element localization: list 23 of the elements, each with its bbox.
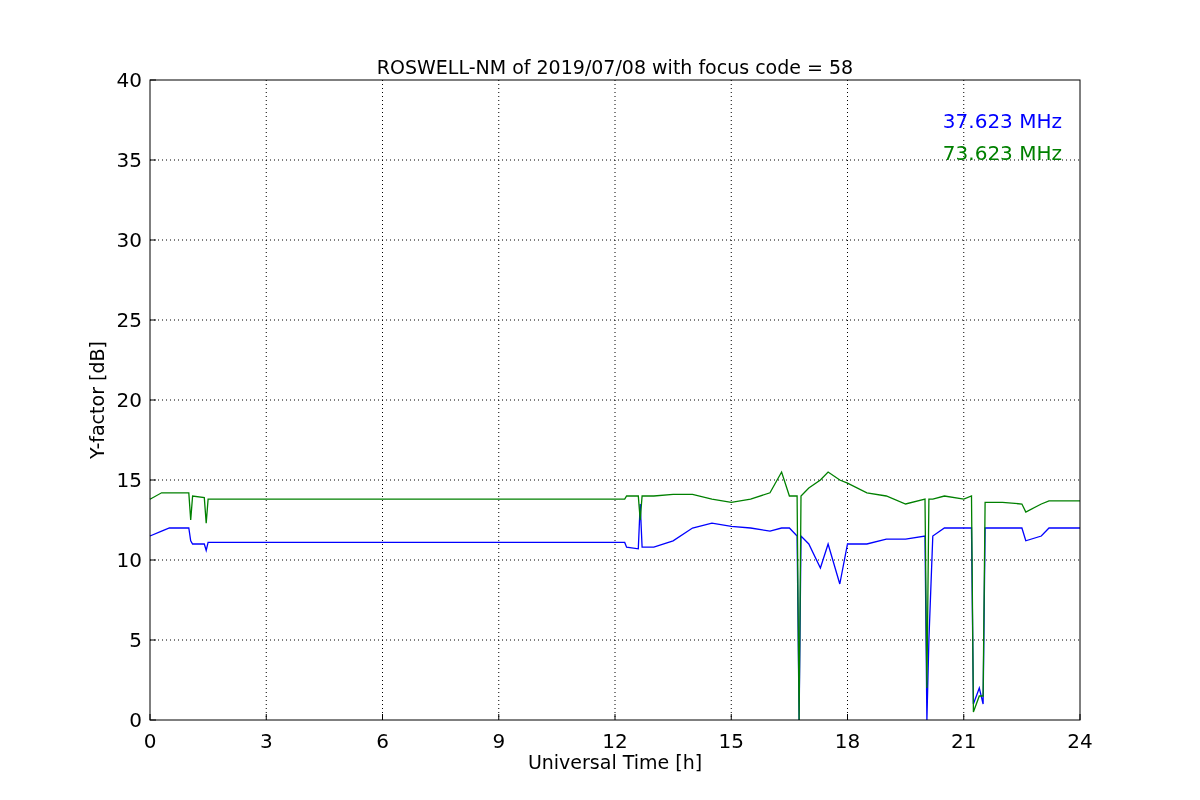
tick-label: 25 bbox=[116, 308, 142, 332]
legend-label: 73.623 MHz bbox=[942, 141, 1062, 165]
tick-label: 6 bbox=[376, 729, 389, 753]
tick-label: 18 bbox=[834, 729, 861, 753]
tick-label: 35 bbox=[116, 148, 142, 172]
tick-label: 12 bbox=[602, 729, 628, 753]
tick-label: 10 bbox=[116, 548, 142, 572]
axis-label: Universal Time [h] bbox=[527, 751, 703, 773]
tick-label: 24 bbox=[1067, 729, 1093, 753]
tick-label: 21 bbox=[951, 729, 977, 753]
tick-label: 15 bbox=[116, 468, 142, 492]
tick-label: 0 bbox=[129, 708, 142, 732]
tick-label: 0 bbox=[143, 729, 157, 753]
tick-label: 5 bbox=[129, 628, 142, 652]
tick-label: 15 bbox=[718, 729, 744, 753]
chart-title: ROSWELL-NM of 2019/07/08 with focus code = 58 bbox=[376, 56, 854, 78]
tick-label: 9 bbox=[492, 729, 506, 753]
tick-label: 3 bbox=[259, 729, 273, 753]
tick-label: 40 bbox=[116, 68, 142, 92]
tick-label: 30 bbox=[116, 228, 142, 252]
axis-label: Y-factor [dB] bbox=[86, 341, 108, 459]
legend-label: 37.623 MHz bbox=[942, 109, 1062, 133]
tick-label: 20 bbox=[116, 388, 142, 412]
